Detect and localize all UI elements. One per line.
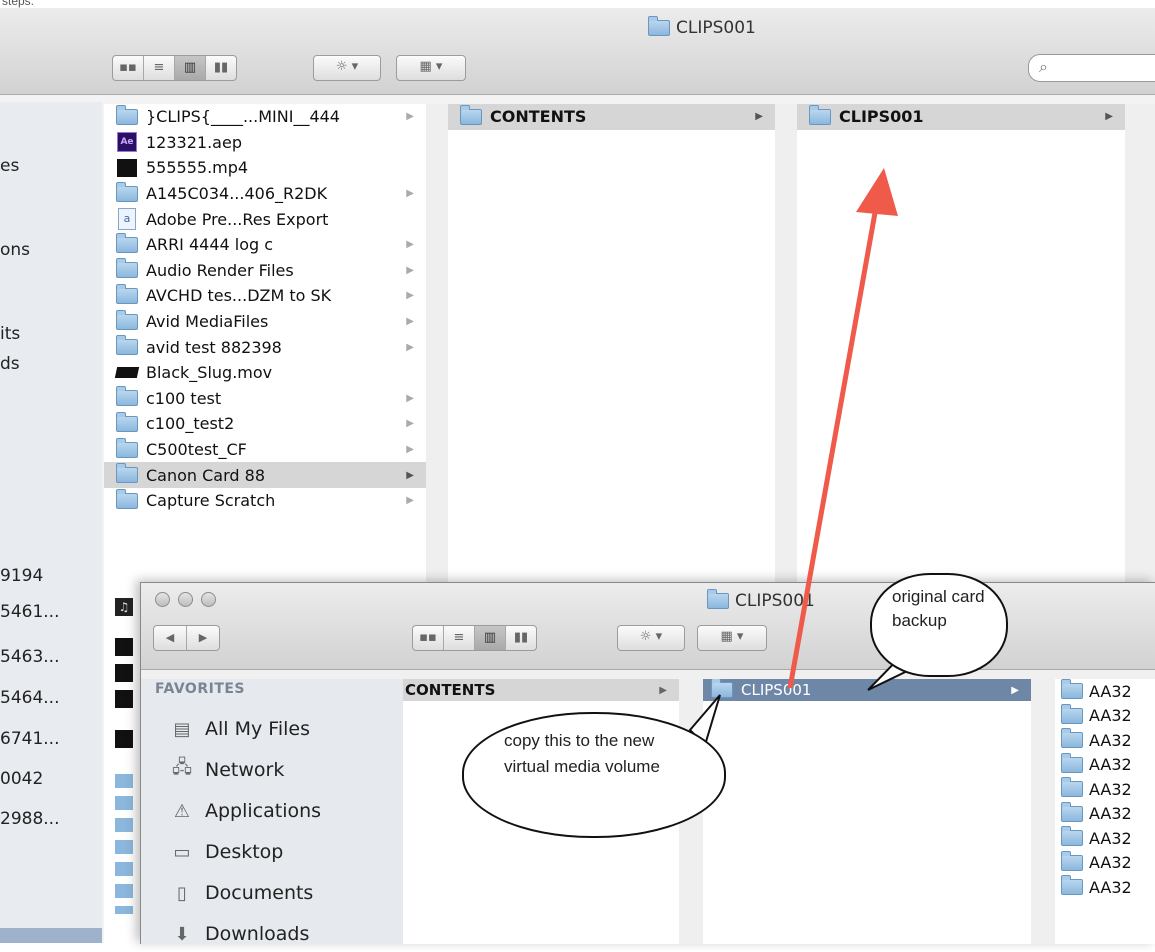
bubble-text: original card backup [892, 587, 985, 630]
bubble-text: copy this to the new virtual media volum… [504, 731, 660, 776]
speech-bubble-copy-instruction: copy this to the new virtual media volum… [462, 712, 726, 838]
speech-bubble-original-backup: original card backup [870, 573, 1008, 677]
red-arrow-shaft [787, 195, 881, 689]
red-arrow-head [856, 168, 898, 216]
